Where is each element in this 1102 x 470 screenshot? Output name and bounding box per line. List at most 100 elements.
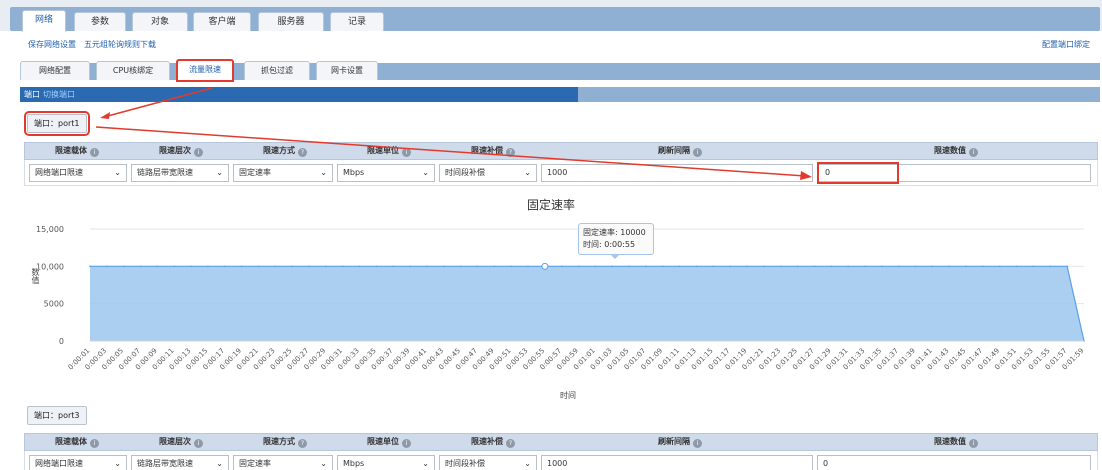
unit-select[interactable]: Mbps ⌄ (337, 455, 435, 470)
data-point (695, 265, 698, 268)
help-icon[interactable]: ? (298, 439, 307, 448)
info-icon[interactable]: i (402, 439, 411, 448)
x-tick-label: 0:01:19 (724, 347, 749, 372)
config-port-binding-link[interactable]: 配置端口绑定 (1042, 39, 1090, 50)
tooltip-arrow (610, 254, 620, 259)
port3-button[interactable]: 端口：port3 (27, 406, 87, 425)
x-tick-label: 0:00:47 (454, 347, 479, 372)
save-network-link[interactable]: 保存网络设置 (28, 39, 76, 50)
chevron-down-icon: ⌄ (524, 168, 531, 177)
data-point (645, 265, 647, 268)
data-point (392, 265, 395, 268)
tab-server[interactable]: 服务器 (258, 12, 324, 31)
subtab-cpu-binding[interactable]: CPU核绑定 (96, 61, 170, 80)
x-tick-label: 0:01:47 (960, 347, 985, 372)
data-point (560, 265, 563, 268)
chart-x-label: 时间 (560, 391, 576, 400)
data-point (240, 265, 243, 268)
carrier-select[interactable]: 网络端口限速 ⌄ (29, 455, 127, 470)
tab-network[interactable]: 网络 (22, 10, 66, 32)
x-tick-label: 0:00:15 (185, 347, 210, 372)
refresh-interval-input[interactable]: 1000 (541, 455, 813, 470)
tooltip-line-time: 时间: 0:00:55 (583, 240, 636, 249)
compensation-select[interactable]: 时间段补偿 ⌄ (439, 455, 537, 470)
mode-select[interactable]: 固定速率 ⌄ (233, 164, 333, 182)
data-point (881, 265, 883, 268)
data-point (207, 265, 209, 268)
limit-value-input[interactable]: 0 (817, 455, 1091, 470)
data-point (476, 265, 479, 268)
x-tick-label: 0:01:59 (1061, 347, 1086, 372)
x-tick-label: 0:01:15 (690, 347, 715, 372)
series-line (90, 265, 1085, 342)
data-point (746, 265, 748, 268)
y-tick-label: 15,000 (36, 225, 64, 234)
unit-select[interactable]: Mbps ⌄ (337, 164, 435, 182)
data-point (442, 265, 445, 268)
data-point (813, 265, 816, 268)
data-point (763, 265, 765, 268)
info-icon[interactable]: i (194, 148, 203, 157)
x-tick-label: 0:01:03 (589, 347, 614, 372)
tab-params[interactable]: 参数 (74, 12, 126, 31)
data-point (897, 265, 900, 268)
header-refresh: 刷新间隔 i (545, 434, 815, 450)
y-tick-label: 0 (59, 337, 64, 346)
x-tick-label: 0:01:17 (707, 347, 732, 372)
subtab-nic-settings[interactable]: 网卡设置 (316, 61, 378, 80)
data-point (223, 265, 226, 268)
x-tick-label: 0:01:13 (673, 347, 698, 372)
info-icon[interactable]: i (693, 148, 702, 157)
limit-value-highlight[interactable]: 0 (817, 162, 899, 184)
y-tick-label: 5000 (44, 300, 64, 309)
compensation-select[interactable]: 时间段补偿 ⌄ (439, 164, 537, 182)
data-point (358, 265, 361, 268)
info-icon[interactable]: i (969, 148, 978, 157)
data-point (190, 265, 192, 268)
help-icon[interactable]: ? (506, 439, 515, 448)
help-icon[interactable]: ? (298, 148, 307, 157)
info-icon[interactable]: i (90, 439, 99, 448)
series-area (90, 266, 1084, 341)
x-tick-label: 0:00:41 (404, 347, 429, 372)
carrier-select[interactable]: 网络端口限速 ⌄ (29, 164, 127, 182)
mode-select[interactable]: 固定速率 ⌄ (233, 455, 333, 470)
port1-button[interactable]: 端口：port1 (24, 111, 90, 136)
x-tick-label: 0:00:01 (67, 347, 92, 372)
data-point (729, 265, 732, 268)
help-icon[interactable]: ? (506, 148, 515, 157)
x-tick-label: 0:00:59 (555, 347, 580, 372)
port-strip-text: 端口 切换端口 (24, 89, 75, 100)
info-icon[interactable]: i (194, 439, 203, 448)
x-tick-label: 0:01:55 (1027, 347, 1052, 372)
subtab-capture-filter[interactable]: 抓包过滤 (244, 61, 310, 80)
data-point (1049, 265, 1052, 268)
switch-port-link[interactable]: 切换端口 (43, 90, 75, 99)
port3-row: 网络端口限速 ⌄ 链路层带宽限速 ⌄ 固定速率 ⌄ Mbps ⌄ 时间段补偿 ⌄ 1000… (24, 451, 1098, 470)
data-point (257, 265, 260, 268)
data-point (594, 265, 597, 268)
subtab-network-config[interactable]: 网络配置 (20, 61, 90, 80)
refresh-interval-input[interactable]: 1000 (541, 164, 813, 182)
five-tuple-download-link[interactable]: 五元组轮询规则下载 (84, 39, 156, 50)
data-point (106, 265, 108, 268)
header-layer: 限速层次 i (129, 143, 233, 159)
tab-client[interactable]: 客户端 (193, 12, 251, 31)
data-point (89, 265, 91, 268)
info-icon[interactable]: i (402, 148, 411, 157)
chevron-down-icon: ⌄ (422, 168, 429, 177)
subtab-traffic-limit[interactable]: 流量限速 (176, 59, 234, 82)
header-compensation: 限速补偿? (441, 143, 545, 159)
x-tick-label: 0:00:31 (319, 347, 344, 372)
tab-objects[interactable]: 对象 (132, 12, 188, 31)
layer-select[interactable]: 链路层带宽限速 ⌄ (131, 164, 229, 182)
x-tick-label: 0:01:25 (774, 347, 799, 372)
x-tick-label: 0:00:43 (420, 347, 445, 372)
info-icon[interactable]: i (90, 148, 99, 157)
layer-select[interactable]: 链路层带宽限速 ⌄ (131, 455, 229, 470)
x-tick-label: 0:01:51 (993, 347, 1018, 372)
info-icon[interactable]: i (693, 439, 702, 448)
chevron-down-icon: ⌄ (524, 459, 531, 468)
info-icon[interactable]: i (969, 439, 978, 448)
tab-records[interactable]: 记录 (330, 12, 384, 31)
